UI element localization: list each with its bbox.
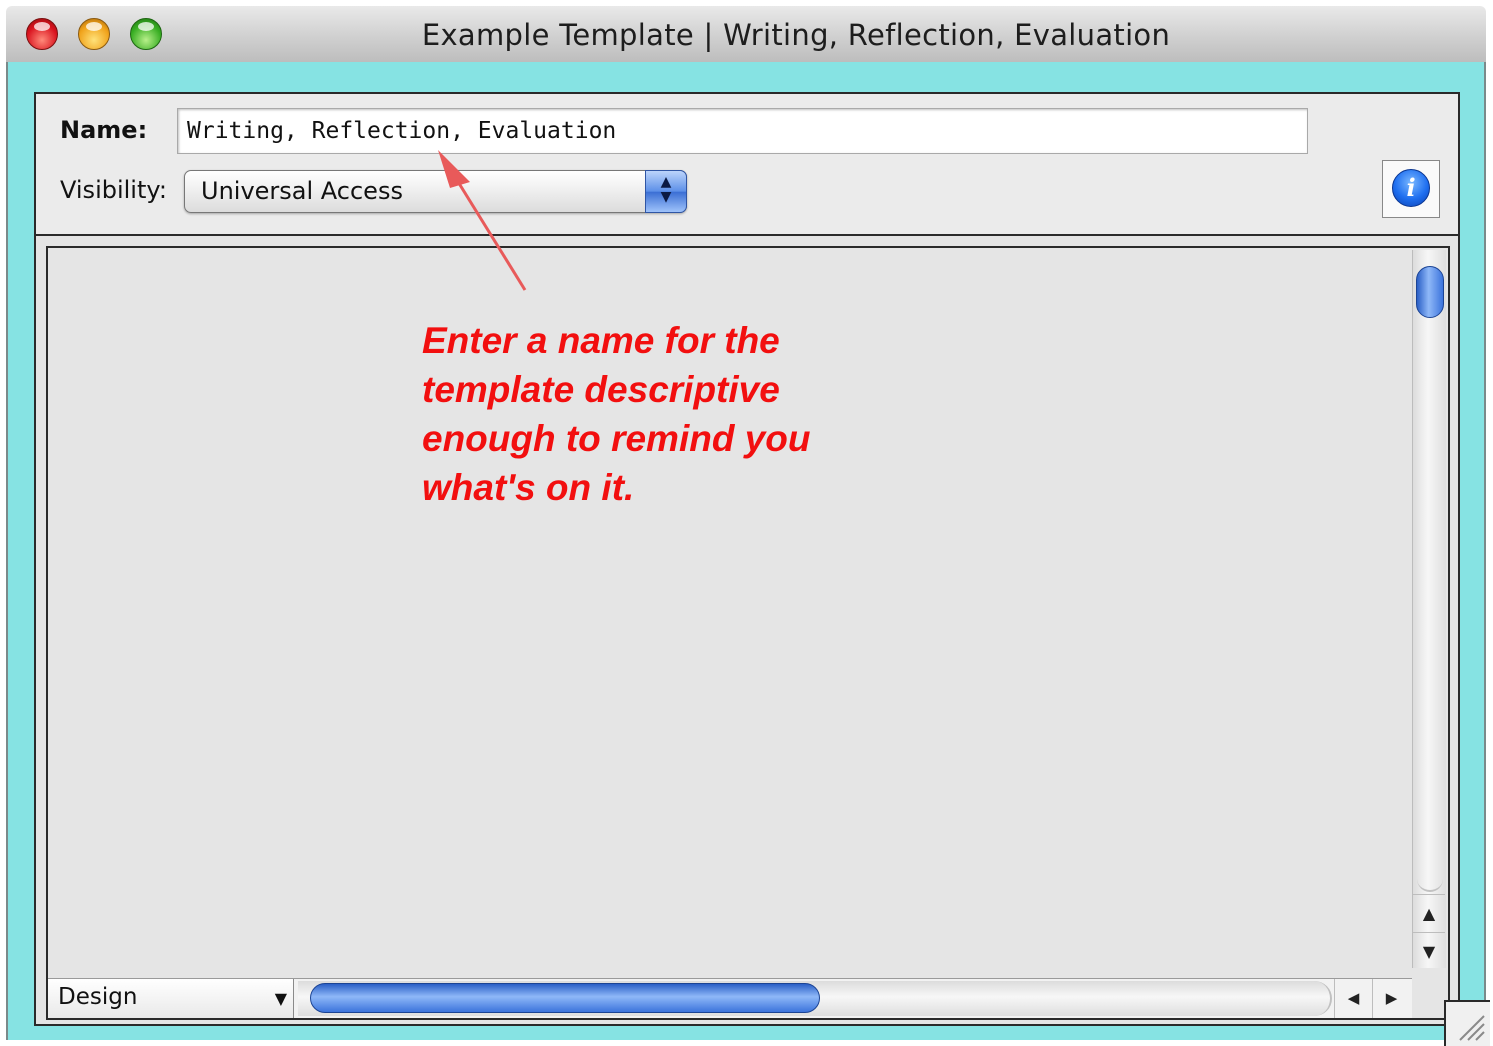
updown-arrows-icon: ▲ ▼	[645, 170, 687, 213]
annotation-text: Enter a name for the template descriptiv…	[422, 320, 811, 508]
template-panel: Name: Visibility: Universal Access ▲▼ i …	[34, 92, 1460, 1026]
layout-content-area[interactable]: Enter a name for the template descriptiv…	[46, 246, 1450, 1020]
vertical-scroll-thumb[interactable]	[1416, 266, 1444, 318]
template-header: Name: Visibility: Universal Access ▲▼ i	[36, 94, 1458, 236]
template-window: Example Template | Writing, Reflection, …	[6, 6, 1490, 1046]
horizontal-scrollbar[interactable]	[298, 981, 1332, 1016]
window-title: Example Template | Writing, Reflection, …	[421, 18, 1171, 52]
mode-select-value: Design	[58, 984, 138, 1010]
vertical-track-end	[1417, 850, 1443, 892]
arrow-down-icon[interactable]: ▼	[1413, 932, 1445, 971]
vertical-scrollbar[interactable]: ▲ ▼	[1412, 250, 1446, 968]
arrow-up-icon[interactable]: ▲	[1413, 894, 1445, 933]
arrow-left-icon[interactable]: ◀	[1334, 979, 1372, 1018]
resize-handle[interactable]	[1444, 1000, 1490, 1046]
visibility-select[interactable]: Universal Access ▲ ▼	[184, 170, 687, 213]
info-button[interactable]: i	[1382, 160, 1440, 218]
arrow-right-icon[interactable]: ▶	[1372, 979, 1410, 1018]
mode-select[interactable]: Design ▼	[48, 979, 294, 1018]
window-frame: Name: Visibility: Universal Access ▲▼ i …	[6, 62, 1486, 1040]
close-window-button[interactable]	[26, 18, 58, 50]
visibility-select-value: Universal Access	[201, 177, 403, 205]
name-input[interactable]	[177, 108, 1308, 154]
name-label: Name:	[60, 116, 148, 144]
horizontal-scroll-thumb[interactable]	[310, 983, 820, 1013]
bottom-bar: Design ▼ ◀ ▶	[48, 978, 1412, 1018]
minimize-window-button[interactable]	[78, 18, 110, 50]
visibility-label: Visibility:	[60, 176, 167, 204]
zoom-window-button[interactable]	[130, 18, 162, 50]
resize-grip-icon	[1459, 1015, 1485, 1041]
info-icon: i	[1392, 169, 1430, 207]
title-bar[interactable]: Example Template | Writing, Reflection, …	[6, 6, 1486, 63]
chevron-down-icon: ▼	[274, 989, 287, 1008]
